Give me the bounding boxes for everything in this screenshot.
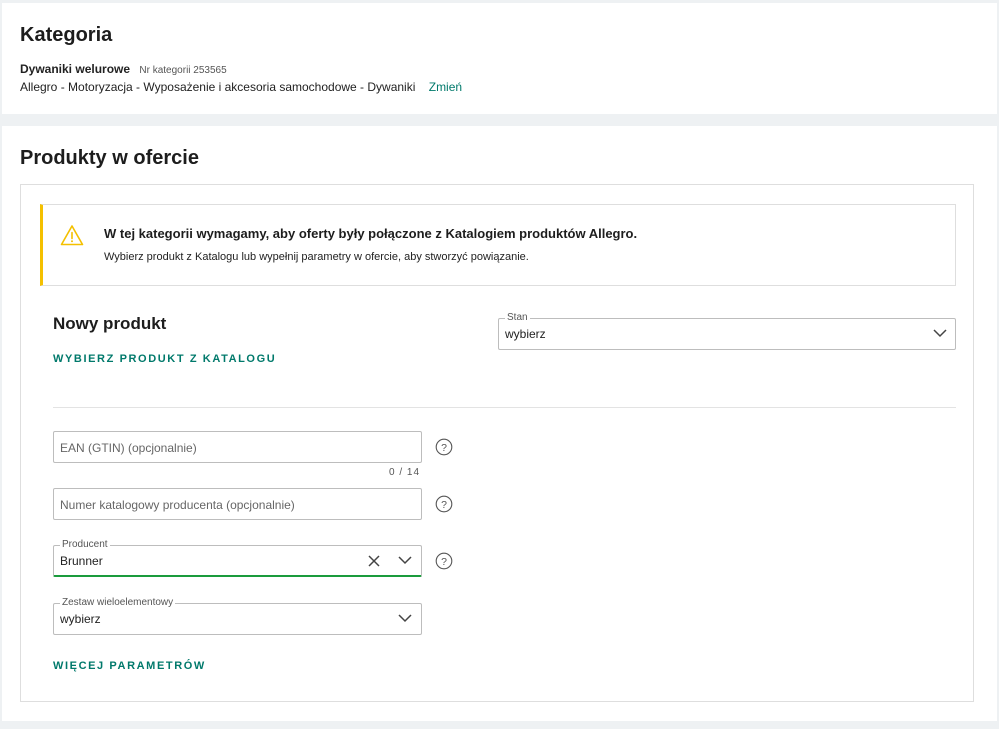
condition-label: Stan [505, 312, 530, 324]
new-product-title: Nowy produkt [53, 314, 167, 333]
category-number: Nr kategorii 253565 [139, 65, 227, 76]
alert-text: Wybierz produkt z Katalogu lub wypełnij … [104, 251, 529, 263]
help-icon[interactable]: ? [435, 438, 453, 456]
ean-placeholder: EAN (GTIN) (opcjonalnie) [60, 441, 197, 455]
svg-text:?: ? [441, 499, 447, 511]
multi-element-set-value: wybierz [60, 612, 101, 626]
help-icon[interactable]: ? [435, 495, 453, 513]
ean-input[interactable]: EAN (GTIN) (opcjonalnie) [53, 431, 422, 463]
category-name-row: Dywaniki welurowe Nr kategorii 253565 [20, 62, 227, 76]
category-section: Kategoria Dywaniki welurowe Nr kategorii… [2, 3, 997, 114]
category-name: Dywaniki welurowe [20, 62, 131, 76]
condition-value: wybierz [505, 327, 546, 341]
multi-element-set-select[interactable]: Zestaw wieloelementowy wybierz [53, 597, 422, 635]
divider [53, 407, 956, 408]
condition-select[interactable]: Stan wybierz [498, 312, 956, 350]
chevron-down-icon[interactable] [398, 613, 412, 623]
products-section: Produkty w ofercie W tej kategorii wymag… [2, 126, 997, 721]
chevron-down-icon[interactable] [933, 328, 947, 338]
category-heading: Kategoria [20, 24, 113, 46]
alert-title: W tej kategorii wymagamy, aby oferty był… [104, 226, 638, 241]
catalog-number-placeholder: Numer katalogowy producenta (opcjonalnie… [60, 498, 295, 512]
change-category-link[interactable]: Zmień [429, 80, 462, 94]
producer-value: Brunner [60, 554, 103, 568]
multi-element-set-label: Zestaw wieloelementowy [60, 597, 176, 609]
category-path: Allegro - Motoryzacja - Wyposażenie i ak… [20, 80, 416, 94]
svg-text:?: ? [441, 556, 447, 568]
product-panel: W tej kategorii wymagamy, aby oferty był… [20, 184, 974, 702]
catalog-warning-alert: W tej kategorii wymagamy, aby oferty był… [40, 204, 956, 286]
producer-label: Producent [60, 539, 110, 551]
producer-select[interactable]: Producent Brunner [53, 539, 422, 577]
category-path-row: Allegro - Motoryzacja - Wyposażenie i ak… [20, 80, 462, 94]
svg-text:?: ? [441, 442, 447, 454]
clear-icon[interactable] [367, 554, 381, 568]
choose-from-catalog-link[interactable]: WYBIERZ PRODUKT Z KATALOGU [53, 353, 276, 365]
catalog-number-input[interactable]: Numer katalogowy producenta (opcjonalnie… [53, 488, 422, 520]
help-icon[interactable]: ? [435, 552, 453, 570]
more-parameters-link[interactable]: WIĘCEJ PARAMETRÓW [53, 660, 206, 672]
chevron-down-icon[interactable] [398, 555, 412, 565]
warning-icon [60, 225, 84, 246]
products-heading: Produkty w ofercie [20, 147, 199, 169]
ean-char-counter: 0 / 14 [389, 467, 421, 478]
